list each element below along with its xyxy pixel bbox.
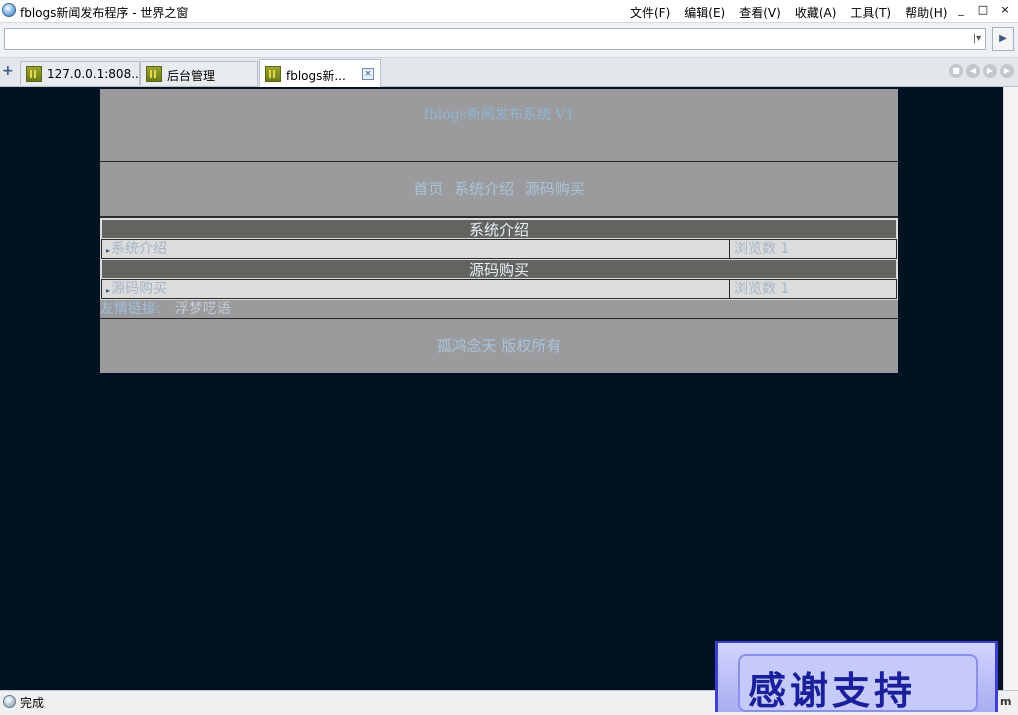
view-count: 浏览数 1 — [734, 281, 790, 297]
address-bar: |▾ ▶ — [0, 23, 1018, 58]
minimize-button[interactable]: _ — [954, 2, 968, 18]
site-favicon-icon — [26, 66, 42, 82]
tab-label: 127.0.0.1:808... — [47, 67, 143, 81]
tab-close-icon[interactable]: × — [362, 68, 374, 80]
menu-tools[interactable]: 工具(T) — [850, 4, 891, 21]
tab-list-icon[interactable]: ■ — [949, 64, 963, 78]
friend-links: 友情链接: 浮梦呓语 — [100, 300, 898, 319]
nav-buy-link[interactable]: 源码购买 — [525, 180, 585, 198]
bullet-arrow-icon: ▸ — [106, 286, 111, 295]
tab-label: fblogs新... — [286, 69, 346, 83]
tab-navigation: ■ ◀ ▶ ▶ — [949, 64, 1014, 78]
nav-intro-link[interactable]: 系统介绍 — [454, 180, 514, 198]
menu-edit[interactable]: 编辑(E) — [684, 4, 725, 21]
tab-local[interactable]: 127.0.0.1:808... — [20, 61, 143, 85]
site-favicon-icon — [146, 66, 162, 82]
tab-admin[interactable]: 后台管理 — [140, 61, 258, 85]
tab-label: 后台管理 — [167, 69, 216, 83]
url-dropdown-icon[interactable]: |▾ — [969, 31, 985, 47]
tab-next-icon[interactable]: ▶ — [983, 64, 997, 78]
category-heading: 系统介绍 — [101, 219, 897, 239]
menu-file[interactable]: 文件(F) — [630, 4, 670, 21]
page-status-icon — [3, 695, 16, 708]
article-cell: ▸系统介绍 — [102, 240, 730, 258]
tab-menu-icon[interactable]: ▶ — [1000, 64, 1014, 78]
nav-home-link[interactable]: 首页 — [413, 180, 443, 198]
new-tab-plus-icon[interactable]: + — [2, 63, 16, 79]
window-title: fblogs新闻发布程序 - 世界之窗 — [20, 6, 189, 20]
menu-favorites[interactable]: 收藏(A) — [795, 4, 837, 21]
category-block: 系统介绍 ▸系统介绍 浏览数 1 源码购买 ▸源码购买 浏览数 1 — [100, 218, 898, 300]
vertical-scrollbar[interactable] — [1003, 87, 1018, 690]
maximize-button[interactable]: □ — [976, 2, 990, 18]
list-item: ▸源码购买 浏览数 1 — [101, 279, 897, 299]
article-cell: ▸源码购买 — [102, 280, 730, 298]
menu-view[interactable]: 查看(V) — [739, 4, 781, 21]
status-right-text: m — [1000, 695, 1012, 708]
site-header: fblogs新闻发布系统 V1 — [100, 89, 898, 162]
close-button[interactable]: × — [998, 2, 1012, 18]
tab-fblogs[interactable]: fblogs新... × — [259, 59, 381, 87]
friend-links-label: 友情链接: — [100, 301, 161, 317]
tab-prev-icon[interactable]: ◀ — [966, 64, 980, 78]
site-footer: 孤鸿念天 版权所有 — [100, 319, 898, 373]
article-link[interactable]: 源码购买 — [111, 281, 167, 297]
article-link[interactable]: 系统介绍 — [111, 241, 167, 257]
tab-bar: + 127.0.0.1:808... 后台管理 fblogs新... × ■ ◀… — [0, 58, 1018, 87]
page-viewport: fblogs新闻发布系统 V1 首页 系统介绍 源码购买 系统介绍 ▸系统介绍 … — [0, 87, 1003, 690]
bullet-arrow-icon: ▸ — [106, 246, 111, 255]
site-favicon-icon — [265, 66, 281, 82]
thanks-badge: 感谢支持 — [738, 654, 978, 713]
thanks-text: 感谢支持 — [748, 669, 917, 713]
title-bar: fblogs新闻发布程序 - 世界之窗 文件(F) 编辑(E) 查看(V) 收藏… — [0, 0, 1018, 23]
window-controls: _ □ × — [954, 2, 1012, 18]
friend-link[interactable]: 浮梦呓语 — [175, 301, 231, 317]
browser-globe-icon — [2, 3, 16, 17]
thanks-overlay: 感谢支持 — [715, 641, 998, 713]
view-count: 浏览数 1 — [734, 241, 790, 257]
go-button[interactable]: ▶ — [992, 27, 1014, 51]
list-item: ▸系统介绍 浏览数 1 — [101, 239, 897, 259]
menu-help[interactable]: 帮助(H) — [905, 4, 947, 21]
url-input[interactable]: |▾ — [4, 28, 986, 50]
menu-bar: 文件(F) 编辑(E) 查看(V) 收藏(A) 工具(T) 帮助(H) — [630, 4, 947, 21]
site-container: fblogs新闻发布系统 V1 首页 系统介绍 源码购买 系统介绍 ▸系统介绍 … — [100, 89, 898, 373]
status-text: 完成 — [20, 696, 45, 710]
category-heading: 源码购买 — [101, 259, 897, 279]
site-nav: 首页 系统介绍 源码购买 — [100, 162, 898, 218]
